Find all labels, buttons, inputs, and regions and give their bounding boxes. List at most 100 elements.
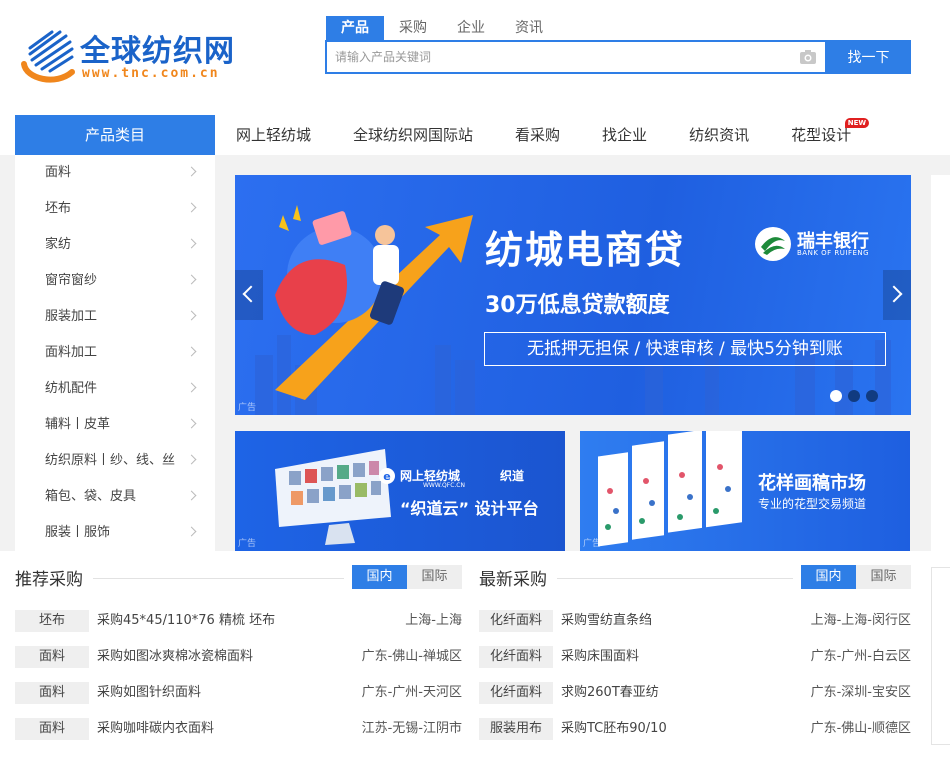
list-item[interactable]: 化纤面料 求购260T春亚纺 广东-深圳-宝安区 [479, 681, 911, 717]
sidebar-item-label: 面料 [45, 165, 72, 180]
list-item[interactable]: 化纤面料 采购雪纺直条绉 上海-上海-闵行区 [479, 609, 911, 645]
carousel-prev-button[interactable] [235, 270, 263, 320]
nav-items: 网上轻纺城 全球纺织网国际站 看采购 找企业 纺织资讯 花型设计 NEW [215, 115, 872, 155]
carousel-dot-3[interactable] [866, 390, 878, 402]
nav-item-qfc[interactable]: 网上轻纺城 [215, 115, 332, 155]
chevron-right-icon [186, 238, 197, 249]
ruifeng-bank-icon [755, 227, 791, 261]
page: 全球纺织网 www.tnc.com.cn 产品 采购 企业 资讯 找一下 产品类… [0, 0, 950, 764]
nav-item-label: 花型设计 [791, 126, 852, 144]
purchase-title: 采购TC胚布90/10 [561, 721, 667, 736]
tab-domestic[interactable]: 国内 [352, 565, 407, 589]
list-item[interactable]: 服装用布 采购TC胚布90/10 广东-佛山-顺德区 [479, 717, 911, 753]
ad-label: 广告 [238, 539, 257, 549]
category-tag: 化纤面料 [479, 610, 553, 632]
list-header: 最新采购 国内 国际 [479, 565, 911, 591]
carousel-dot-1[interactable] [830, 390, 842, 402]
list-item[interactable]: 化纤面料 采购床围面料 广东-广州-白云区 [479, 645, 911, 681]
purchase-location: 上海-上海-闵行区 [810, 613, 911, 628]
carousel-dot-2[interactable] [848, 390, 860, 402]
chevron-right-icon [186, 202, 197, 213]
nav-item-pattern-design[interactable]: 花型设计 NEW [770, 115, 872, 155]
tab-domestic[interactable]: 国内 [801, 565, 856, 589]
sidebar-item-curtain[interactable]: 窗帘窗纱 [15, 263, 215, 299]
purchase-location: 广东-广州-天河区 [361, 685, 462, 700]
category-tag: 服装用布 [479, 718, 553, 740]
new-badge: NEW [844, 118, 870, 128]
chevron-right-icon [186, 310, 197, 321]
nav-item-news[interactable]: 纺织资讯 [668, 115, 770, 155]
banner-features: 无抵押无担保 / 快速审核 / 最快5分钟到账 [484, 332, 886, 366]
list-rows: 化纤面料 采购雪纺直条绉 上海-上海-闵行区 化纤面料 采购床围面料 广东-广州… [479, 609, 911, 753]
ad-label: 广告 [238, 403, 257, 413]
list-item[interactable]: 面料 采购如图冰爽棉冰瓷棉面料 广东-佛山-禅城区 [15, 645, 462, 681]
list-item[interactable]: 坯布 采购45*45/110*76 精梳 坯布 上海-上海 [15, 609, 462, 645]
sidebar-item-label: 服装加工 [45, 309, 98, 324]
list-rows: 坯布 采购45*45/110*76 精梳 坯布 上海-上海 面料 采购如图冰爽棉… [15, 609, 462, 753]
sidebar-item-machinery[interactable]: 纺机配件 [15, 371, 215, 407]
purchase-title: 求购260T春亚纺 [561, 685, 659, 700]
recommended-purchases: 推荐采购 国内 国际 坯布 采购45*45/110*76 精梳 坯布 上海-上海… [15, 551, 462, 764]
search-tab-products[interactable]: 产品 [326, 16, 384, 40]
category-sidebar: 面料 坯布 家纺 窗帘窗纱 服装加工 面料加工 纺机配件 辅料丨皮革 纺织原料丨… [15, 155, 215, 551]
category-tag: 化纤面料 [479, 682, 553, 704]
tab-international[interactable]: 国际 [407, 565, 462, 589]
list-tabs: 国内 国际 [344, 565, 462, 589]
search-button[interactable]: 找一下 [826, 40, 911, 74]
site-logo[interactable]: 全球纺织网 www.tnc.com.cn [16, 22, 256, 86]
sidebar-item-home-textile[interactable]: 家纺 [15, 227, 215, 263]
sidebar-item-greige[interactable]: 坯布 [15, 191, 215, 227]
right-edge-panel [931, 567, 950, 745]
category-tag: 化纤面料 [479, 646, 553, 668]
sidebar-item-fabric-processing[interactable]: 面料加工 [15, 335, 215, 371]
sidebar-item-bags[interactable]: 箱包、袋、皮具 [15, 479, 215, 515]
category-menu-title[interactable]: 产品类目 [15, 115, 215, 155]
sidebar-item-apparel[interactable]: 服装丨服饰 [15, 515, 215, 551]
right-gutter [931, 175, 950, 551]
search-input[interactable] [327, 42, 787, 72]
search-tab-news[interactable]: 资讯 [500, 16, 558, 40]
qfc-logo-icon: e [379, 468, 395, 484]
list-item[interactable]: 面料 采购咖啡碳内衣面料 江苏-无锡-江阴市 [15, 717, 462, 753]
sidebar-item-fabric[interactable]: 面料 [15, 155, 215, 191]
camera-icon[interactable] [799, 49, 817, 65]
category-tag: 面料 [15, 682, 89, 704]
nav-item-label: 全球纺织网国际站 [353, 126, 474, 144]
sidebar-item-garment-processing[interactable]: 服装加工 [15, 299, 215, 335]
tab-international[interactable]: 国际 [856, 565, 911, 589]
bank-logo: 瑞丰银行 BANK OF RUIFENG [753, 225, 888, 263]
nav-item-international[interactable]: 全球纺织网国际站 [332, 115, 494, 155]
search-tab-companies[interactable]: 企业 [442, 16, 500, 40]
zhidao-cloud-banner[interactable]: e 网上轻纺城 WWW.QFC.CN 织道 “织道云” 设计平台 广告 [235, 431, 565, 551]
sidebar-item-accessories[interactable]: 辅料丨皮革 [15, 407, 215, 443]
sidebar-item-raw-materials[interactable]: 纺织原料丨纱、线、丝 [15, 443, 215, 479]
bank-name-en: BANK OF RUIFENG [797, 249, 870, 257]
nav-item-companies[interactable]: 找企业 [581, 115, 668, 155]
list-item[interactable]: 面料 采购如图针织面料 广东-广州-天河区 [15, 681, 462, 717]
pattern-market-banner[interactable]: 花样画稿市场 专业的花型交易频道 广告 [580, 431, 910, 551]
search-box [325, 40, 827, 74]
category-tag: 面料 [15, 718, 89, 740]
banner-title: 纺城电商贷 [485, 228, 686, 272]
pattern-swatches-illustration [598, 431, 742, 547]
nav-item-label: 网上轻纺城 [236, 126, 312, 144]
purchase-title: 采购如图冰爽棉冰瓷棉面料 [97, 649, 254, 664]
logo-url: www.tnc.com.cn [82, 66, 220, 81]
search-tab-purchases[interactable]: 采购 [384, 16, 442, 40]
pattern-market-subtitle: 专业的花型交易频道 [758, 497, 867, 511]
main-nav: 产品类目 网上轻纺城 全球纺织网国际站 看采购 找企业 纺织资讯 花型设计 NEW [0, 115, 950, 155]
svg-text:e: e [383, 470, 390, 483]
chevron-left-icon [242, 285, 260, 303]
purchase-location: 广东-广州-白云区 [810, 649, 911, 664]
sidebar-item-label: 纺织原料丨纱、线、丝 [45, 453, 176, 468]
sidebar-item-label: 辅料丨皮革 [45, 417, 111, 432]
nav-item-label: 纺织资讯 [689, 126, 750, 144]
purchase-location: 广东-佛山-禅城区 [361, 649, 462, 664]
purchase-title: 采购如图针织面料 [97, 685, 202, 700]
hero-banner[interactable]: 纺城电商贷 30万低息贷款额度 无抵押无担保 / 快速审核 / 最快5分钟到账 … [235, 175, 911, 415]
nav-item-purchases[interactable]: 看采购 [494, 115, 581, 155]
chevron-right-icon [186, 490, 197, 501]
monitor-illustration [275, 449, 391, 545]
globe-logo-icon [21, 30, 75, 83]
carousel-next-button[interactable] [883, 270, 911, 320]
